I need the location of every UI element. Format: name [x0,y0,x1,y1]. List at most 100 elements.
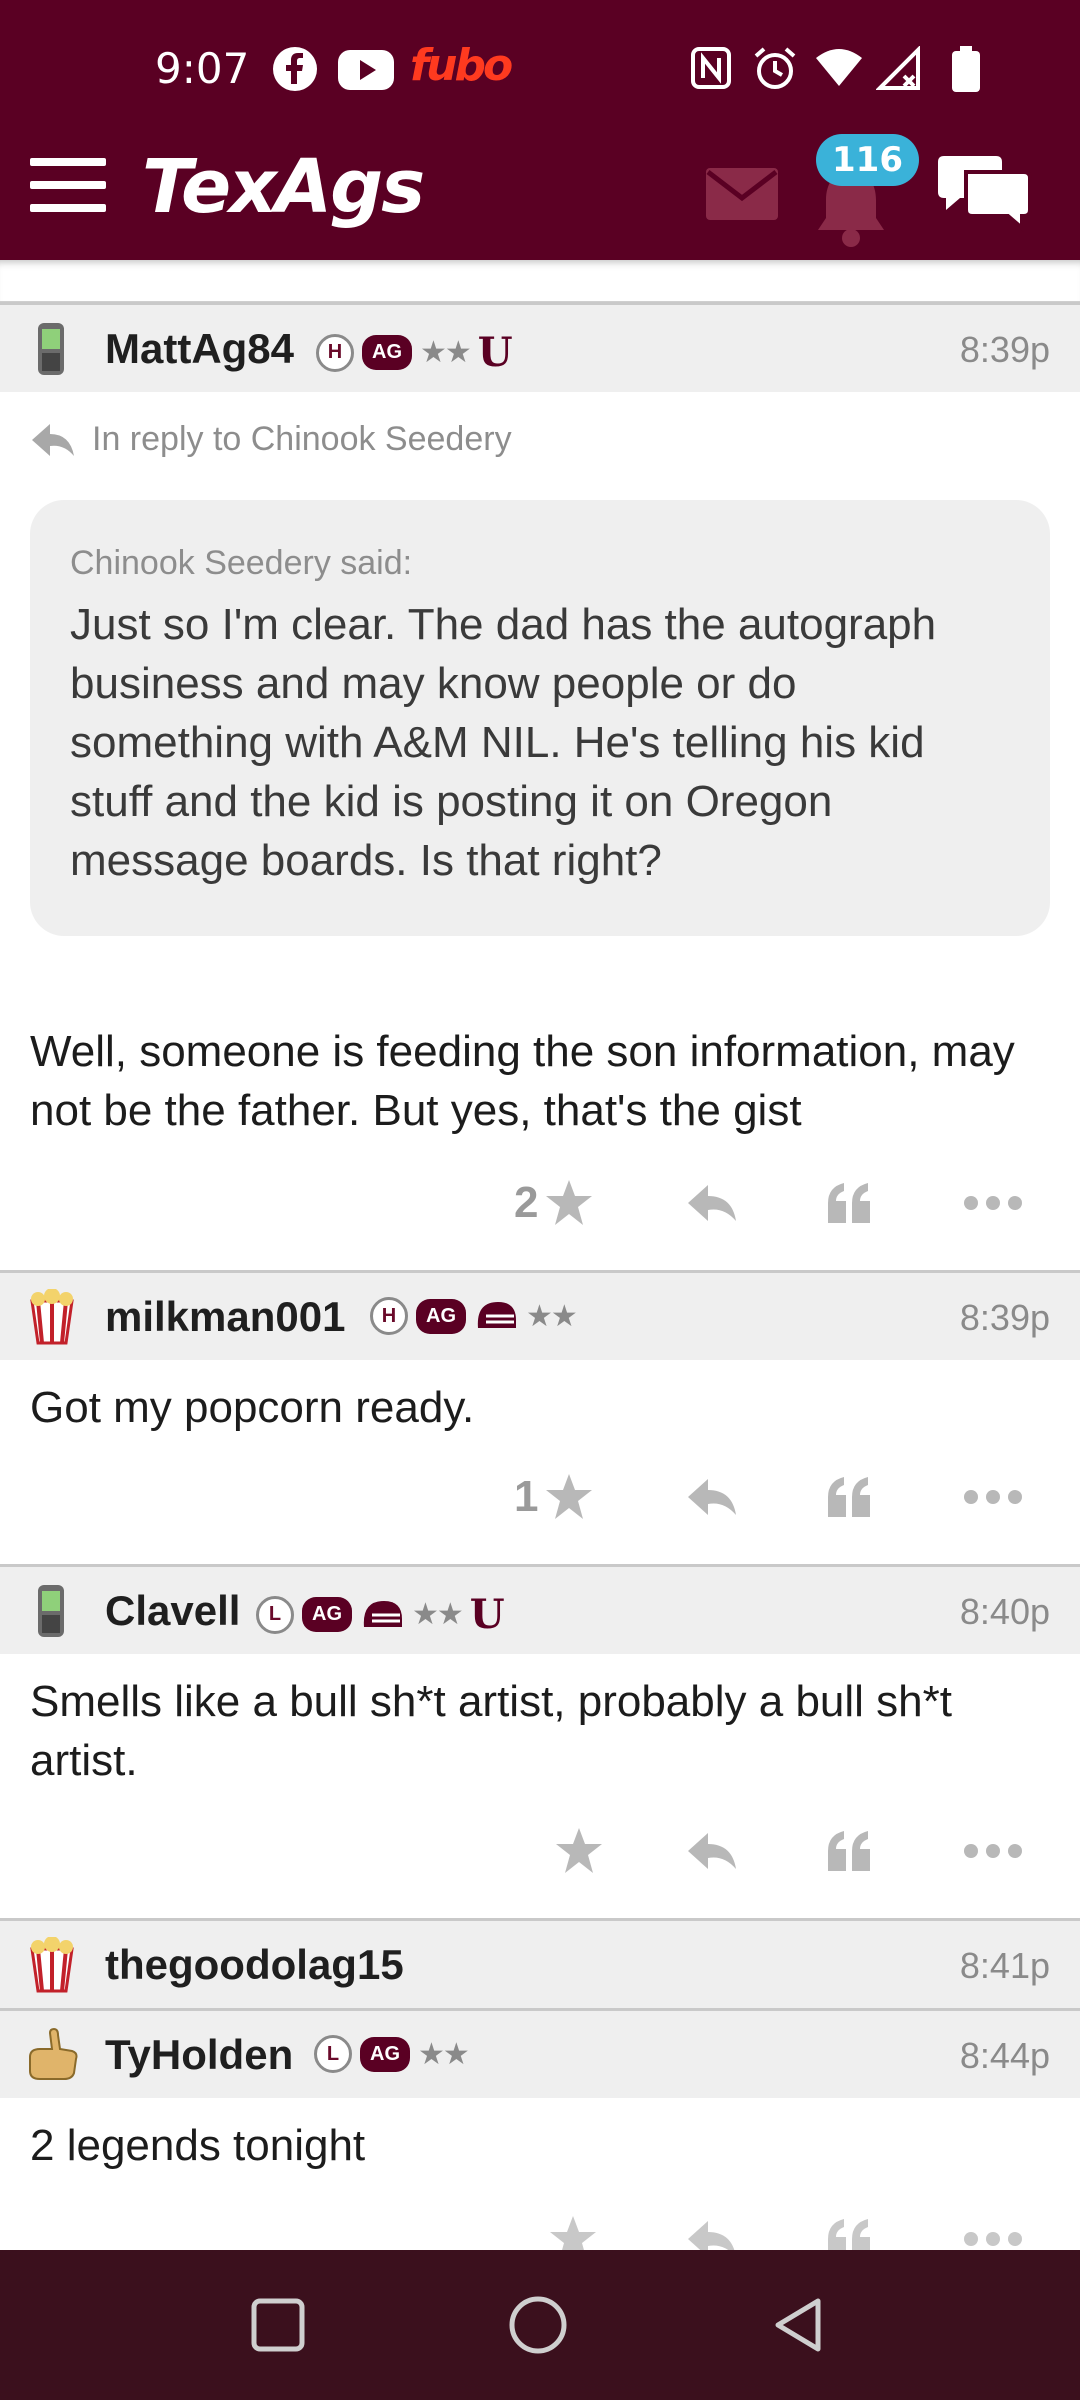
user-badges: L AG ★★ U [256,1591,505,1638]
badge-ag: AG [302,1597,352,1632]
signal-icon [876,46,920,90]
reply-button[interactable] [686,1168,738,1238]
back-icon[interactable] [770,2295,826,2355]
post-header: milkman001 H AG ★★ 8:39p [0,1270,1080,1360]
post-time: 8:40p [959,1591,1050,1632]
quote-icon [828,1477,870,1517]
notification-count-badge: 116 [816,134,919,186]
avatar[interactable] [24,1289,80,1345]
user-badges: H AG ★★ U [316,329,513,376]
post-header: MattAg84 H AG ★★ U 8:39p [0,302,1080,392]
post-body: Smells like a bull sh*t artist, probably… [30,1677,952,1785]
star-count: 2 [514,1178,539,1227]
stars-badge-icon: ★★ [418,2037,470,2071]
recent-apps-icon[interactable] [250,2297,306,2353]
reply-button[interactable] [686,1462,738,1532]
post-header: Clavell L AG ★★ U 8:40p [0,1564,1080,1654]
chat-icon[interactable] [936,152,1032,232]
avatar[interactable] [24,2027,80,2083]
post-body: 2 legends tonight [30,2121,366,2170]
badge-h: H [316,333,354,372]
fubo-icon: fubo [410,40,513,91]
star-icon [546,1180,593,1225]
stars-badge-icon: ★★ [412,1598,464,1631]
reply-icon [688,1185,736,1221]
post-time: 8:41p [959,1945,1050,1986]
u-badge-icon: U [477,329,513,376]
youtube-icon [338,50,394,90]
username[interactable]: thegoodolag15 [105,1941,404,1989]
badge-l: L [256,1595,294,1634]
post-body: Well, someone is feeding the son informa… [30,1027,1015,1135]
user-badges: H AG ★★ [370,1297,578,1335]
badge-h: H [370,1297,408,1335]
reply-icon [688,1833,736,1869]
texags-logo[interactable]: TexAgs [142,144,425,230]
more-icon [964,2232,1022,2246]
quote-block: Chinook Seedery said: Just so I'm clear.… [30,500,1050,936]
badge-l: L [314,2035,352,2073]
star-icon [556,1828,602,1873]
nfc-icon [691,47,731,89]
reply-icon [688,1479,736,1515]
reply-icon [32,423,74,456]
user-badges: L AG ★★ [314,2035,470,2073]
avatar[interactable] [24,1583,80,1639]
star-count: 1 [514,1472,539,1521]
post-body: Got my popcorn ready. [30,1383,475,1432]
more-icon [964,1196,1022,1210]
mail-icon[interactable] [706,168,778,220]
system-nav-bar [0,2250,1080,2400]
username[interactable]: Clavell [105,1587,240,1635]
star-button[interactable]: 1 [514,1462,594,1532]
status-bar: 9:07 fubo [0,0,1080,140]
stars-badge-icon: ★★ [420,336,472,369]
more-options-button[interactable] [964,1462,1022,1532]
post-actions: 2 [0,1168,1080,1238]
post-time: 8:39p [959,1297,1050,1338]
star-button[interactable]: 2 [514,1168,594,1238]
quote-author: Chinook Seedery said: [70,544,413,582]
app-header: TexAgs 116 [0,134,1080,260]
quote-text: Just so I'm clear. The dad has the autog… [70,600,937,885]
post-actions [0,1816,1080,1886]
status-time: 9:07 [155,44,250,93]
quote-icon [828,1183,870,1223]
home-icon[interactable] [508,2295,568,2355]
avatar[interactable] [24,321,80,377]
quote-button[interactable] [826,1168,874,1238]
battery-icon [952,46,980,92]
app-topbar: 9:07 fubo TexAgs 116 [0,0,1080,260]
more-icon [964,1844,1022,1858]
more-options-button[interactable] [964,1816,1022,1886]
more-icon [964,1490,1022,1504]
u-badge-icon: U [469,1591,505,1638]
post-time: 8:39p [959,329,1050,370]
stars-badge-icon: ★★ [526,1299,578,1333]
wifi-icon [816,49,862,86]
star-button[interactable] [548,1816,604,1886]
quote-button[interactable] [826,1816,874,1886]
badge-ag: AG [362,335,412,370]
thread-top-divider [0,260,1080,304]
reply-button[interactable] [686,1816,738,1886]
post-header: TyHolden L AG ★★ 8:44p [0,2008,1080,2098]
reply-to-link[interactable]: In reply to Chinook Seedery [30,420,512,459]
more-options-button[interactable] [964,1168,1022,1238]
username[interactable]: TyHolden [105,2031,293,2079]
quote-button[interactable] [826,1462,874,1532]
username[interactable]: MattAg84 [105,325,294,373]
avatar[interactable] [24,1937,80,1993]
post-time: 8:44p [959,2035,1050,2076]
quote-icon [828,1831,870,1871]
post-header: thegoodolag15 8:41p [0,1918,1080,2008]
menu-icon[interactable] [30,158,106,218]
notifications-button[interactable]: 116 [806,134,919,254]
facebook-icon [273,47,317,91]
username[interactable]: milkman001 [105,1293,345,1341]
badge-ag: AG [416,1298,466,1334]
post-actions: 1 [0,1462,1080,1532]
star-icon [546,1474,593,1519]
reply-to-text: In reply to Chinook Seedery [92,420,512,458]
badge-ag: AG [360,2036,410,2072]
